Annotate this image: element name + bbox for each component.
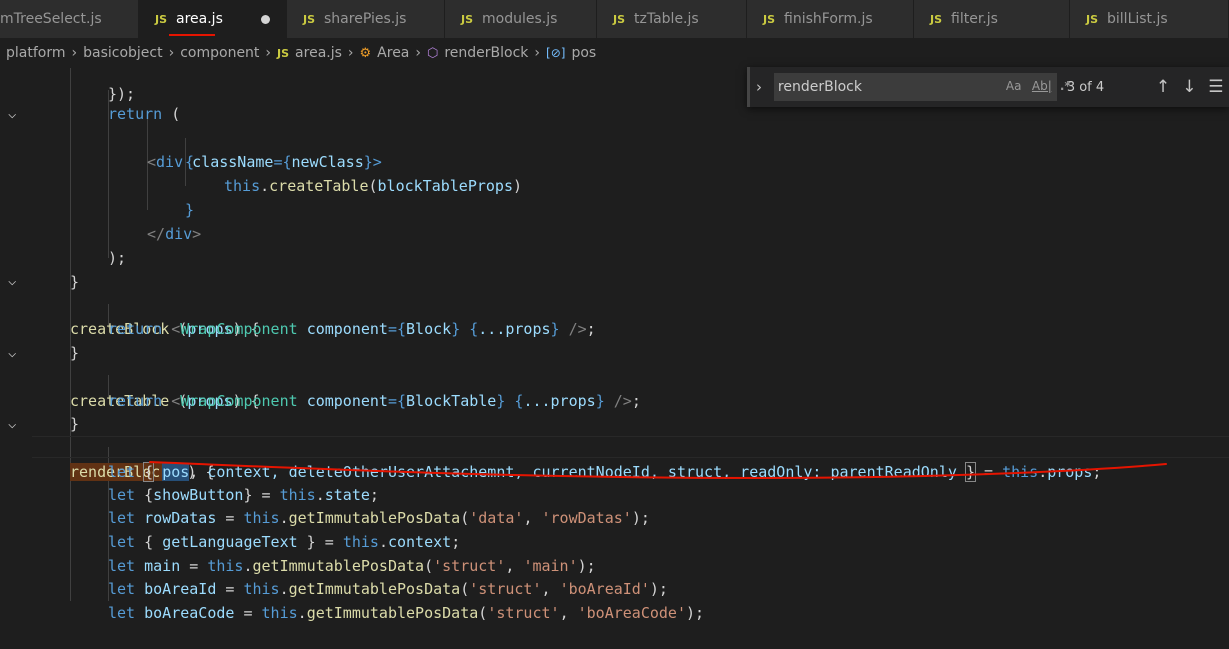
next-match-arrow-down-icon[interactable]: ↓ [1176, 77, 1202, 97]
toggle-replace-chevron-icon[interactable]: › [747, 67, 768, 107]
find-in-selection-icon[interactable]: ☰ [1203, 77, 1229, 97]
find-input-value: renderBlock [777, 79, 862, 95]
find-input[interactable]: renderBlock Aa Ab| .* [773, 73, 1071, 101]
match-count: 3 of 4 [1066, 79, 1105, 95]
previous-match-arrow-up-icon[interactable]: ↑ [1150, 77, 1176, 97]
match-case-icon[interactable]: Aa [1006, 79, 1022, 93]
find-widget: › renderBlock Aa Ab| .* 3 of 4 ↑ ↓ ☰ [747, 67, 1229, 107]
whole-word-icon[interactable]: Ab| [1032, 79, 1052, 93]
regex-icon[interactable]: .* [1060, 79, 1071, 93]
